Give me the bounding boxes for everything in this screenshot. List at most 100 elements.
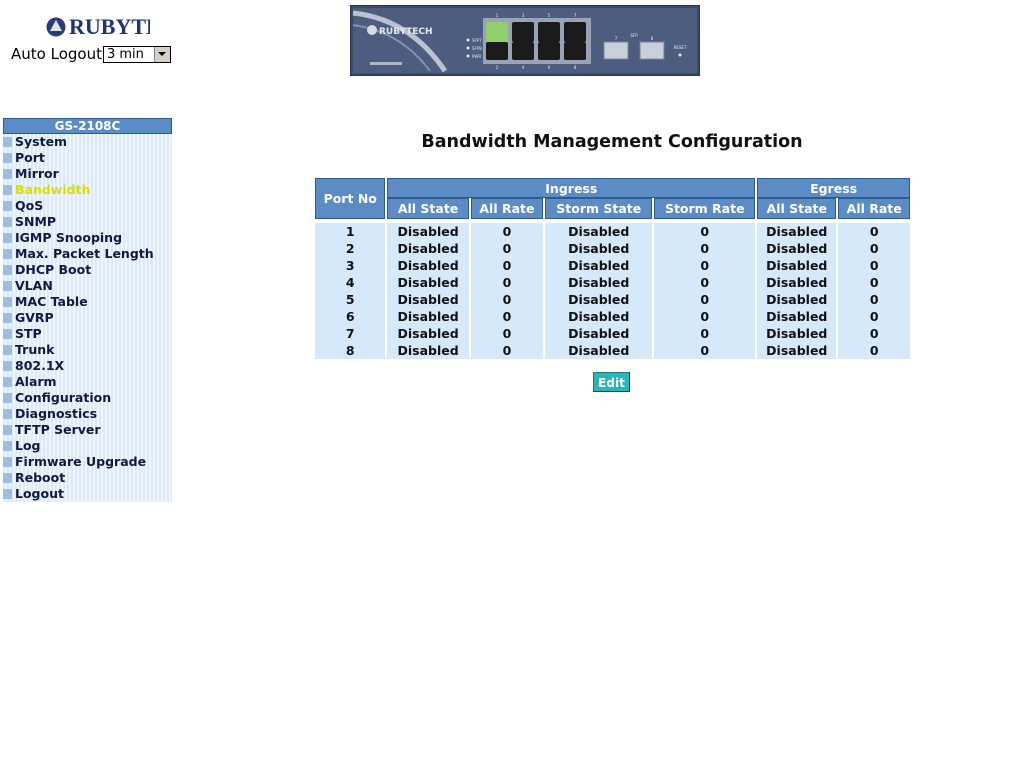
auto-logout-value: 3 min: [106, 46, 144, 62]
sidebar-item-bandwidth[interactable]: Bandwidth: [3, 182, 172, 198]
sidebar-item-label: Trunk: [15, 342, 55, 357]
sidebar-item-label: GVRP: [15, 310, 54, 325]
chevron-down-icon[interactable]: [153, 46, 170, 62]
auto-logout-select[interactable]: 3 min: [102, 45, 171, 63]
sidebar-item-label: Reboot: [15, 470, 66, 485]
table-cell: Disabled: [545, 240, 653, 257]
sidebar-item-label: VLAN: [15, 278, 53, 293]
sidebar-item-trunk[interactable]: Trunk: [3, 342, 172, 358]
sidebar-item-label: Bandwidth: [15, 182, 91, 197]
table-cell: Disabled: [545, 342, 653, 359]
sidebar-item-label: MAC Table: [15, 294, 88, 309]
table-cell: 0: [838, 308, 910, 325]
sidebar-item-label: 802.1X: [15, 358, 65, 373]
table-cell: 0: [654, 291, 756, 308]
table-row: 7 Disabled 0 Disabled 0 Disabled 0: [315, 325, 910, 342]
table-cell: 7: [315, 325, 386, 342]
menu-bullet-icon: [3, 441, 12, 451]
svg-text:8: 8: [651, 36, 654, 41]
sidebar-item-alarm[interactable]: Alarm: [3, 374, 172, 390]
table-cell: 0: [838, 342, 910, 359]
sidebar-item-dhcp-boot[interactable]: DHCP Boot: [3, 262, 172, 278]
table-cell: 0: [470, 308, 544, 325]
menu-bullet-icon: [3, 409, 12, 419]
svg-text:7: 7: [574, 13, 577, 18]
edit-button[interactable]: Edit: [593, 372, 630, 392]
port-4-status: [512, 42, 534, 60]
table-cell: Disabled: [757, 342, 837, 359]
sidebar-menu: GS-2108C System Port Mirror Bandwidth QoS SNM…: [3, 118, 172, 502]
group-egress: Egress: [757, 178, 910, 198]
col-port-no: Port No: [315, 178, 386, 219]
svg-text:2: 2: [496, 65, 499, 70]
svg-text:8: 8: [574, 65, 577, 70]
menu-bullet-icon: [3, 153, 12, 163]
menu-bullet-icon: [3, 233, 12, 243]
sidebar-item-label: Logout: [15, 486, 64, 501]
menu-bullet-icon: [3, 297, 12, 307]
sidebar-item-label: QoS: [15, 198, 44, 213]
sidebar-item-system[interactable]: System: [3, 134, 172, 150]
menu-bullet-icon: [3, 201, 12, 211]
table-cell: 0: [470, 291, 544, 308]
port-7-status: [564, 22, 586, 42]
table-row: 2 Disabled 0 Disabled 0 Disabled 0: [315, 240, 910, 257]
table-cell: Disabled: [757, 257, 837, 274]
menu-bullet-icon: [3, 185, 12, 195]
col-storm-state: Storm State: [545, 198, 653, 219]
sidebar-item-tftp-server[interactable]: TFTP Server: [3, 422, 172, 438]
sidebar-item-label: IGMP Snooping: [15, 230, 123, 245]
sidebar-item-log[interactable]: Log: [3, 438, 172, 454]
sidebar-item-reboot[interactable]: Reboot: [3, 470, 172, 486]
menu-bullet-icon: [3, 425, 12, 435]
menu-bullet-icon: [3, 137, 12, 147]
menu-bullet-icon: [3, 169, 12, 179]
led-label: SFP8: [472, 46, 482, 51]
table-cell: 0: [838, 274, 910, 291]
menu-bullet-icon: [3, 377, 12, 387]
sidebar-item-max-packet-length[interactable]: Max. Packet Length: [3, 246, 172, 262]
table-cell: Disabled: [387, 342, 469, 359]
table-cell: 0: [470, 325, 544, 342]
menu-bullet-icon: [3, 361, 12, 371]
sidebar-item-label: Mirror: [15, 166, 59, 181]
svg-text:SFP: SFP: [630, 33, 638, 38]
table-cell: 0: [654, 240, 756, 257]
sidebar-item-vlan[interactable]: VLAN: [3, 278, 172, 294]
table-cell: 4: [315, 274, 386, 291]
table-row: 3 Disabled 0 Disabled 0 Disabled 0: [315, 257, 910, 274]
sidebar-item-configuration[interactable]: Configuration: [3, 390, 172, 406]
sidebar-item-stp[interactable]: STP: [3, 326, 172, 342]
sidebar-item-label: Diagnostics: [15, 406, 98, 421]
col-egress-all-state: All State: [757, 198, 837, 219]
port-8-status: [564, 42, 586, 60]
sidebar-item-logout[interactable]: Logout: [3, 486, 172, 502]
table-cell: 0: [470, 223, 544, 240]
sidebar-item-gvrp[interactable]: GVRP: [3, 310, 172, 326]
sidebar-item-qos[interactable]: QoS: [3, 198, 172, 214]
port-6-status: [538, 42, 560, 60]
sidebar-item-firmware-upgrade[interactable]: Firmware Upgrade: [3, 454, 172, 470]
sidebar-item-snmp[interactable]: SNMP: [3, 214, 172, 230]
table-cell: 8: [315, 342, 386, 359]
table-cell: Disabled: [387, 257, 469, 274]
port-2-status: [486, 42, 508, 60]
sidebar-item-mac-table[interactable]: MAC Table: [3, 294, 172, 310]
sidebar-item-diagnostics[interactable]: Diagnostics: [3, 406, 172, 422]
table-cell: 0: [838, 291, 910, 308]
device-front-panel: RUBYTECH SFP7 SFP8 PWR 1 3 5 7 2 4 6 8 S…: [349, 4, 701, 77]
sidebar-item-port[interactable]: Port: [3, 150, 172, 166]
svg-text:4: 4: [522, 65, 525, 70]
table-cell: 0: [838, 257, 910, 274]
table-cell: 0: [654, 342, 756, 359]
svg-text:6: 6: [548, 65, 551, 70]
table-row: 4 Disabled 0 Disabled 0 Disabled 0: [315, 274, 910, 291]
table-row: 8 Disabled 0 Disabled 0 Disabled 0: [315, 342, 910, 359]
sidebar-item-label: TFTP Server: [15, 422, 101, 437]
menu-bullet-icon: [3, 345, 12, 355]
sidebar-item-802-1x[interactable]: 802.1X: [3, 358, 172, 374]
sidebar-item-mirror[interactable]: Mirror: [3, 166, 172, 182]
sidebar-item-igmp-snooping[interactable]: IGMP Snooping: [3, 230, 172, 246]
table-cell: Disabled: [757, 308, 837, 325]
table-cell: Disabled: [387, 223, 469, 240]
